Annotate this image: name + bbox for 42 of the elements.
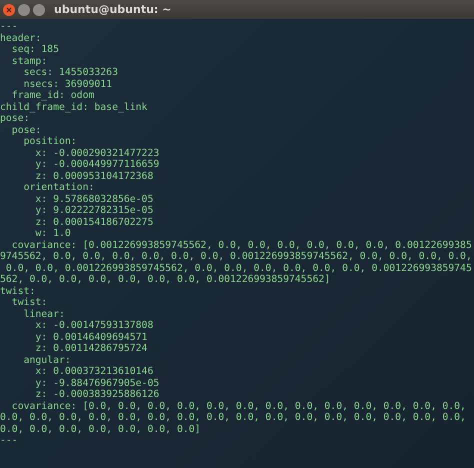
terminal-line: w: 1.0 — [34, 228, 71, 240]
minimize-button[interactable] — [18, 4, 30, 16]
terminal-line: z: 0.000154186702275 — [34, 216, 154, 228]
terminal-line: stamp: — [10, 56, 48, 67]
terminal-line: x: 0.000373213610146 — [34, 366, 154, 378]
terminal-line: 0.0, 0.0, 0.001226993859745562, 0.0, 0.0, 0.0, 0.0, 0.0, 0.0, 0.001226993859745 — [4, 262, 472, 274]
terminal-line: y: 0.00146409694571 — [34, 332, 148, 343]
terminal-line: orientation: — [22, 182, 94, 194]
terminal-line: linear: — [22, 308, 65, 320]
terminal-line: frame_id: odom — [10, 90, 94, 102]
terminal-line: x: -0.00147593137808 — [34, 320, 154, 332]
terminal-line: seq: 185 — [10, 44, 59, 56]
maximize-button[interactable] — [33, 4, 45, 16]
terminal-line: y: 9.02222782315e-05 — [34, 205, 154, 216]
terminal-line: child_frame_id: base_link — [0, 102, 148, 113]
terminal-line: z: -0.000383925886126 — [34, 389, 160, 400]
terminal-line: z: 0.000953104172368 — [34, 170, 154, 182]
terminal-line: position: — [22, 136, 77, 148]
terminal-line: covariance: [0.001226993859745562, 0.0, 0.0, 0.0, 0.0, 0.0, 0.0, 0.00122699385 — [10, 240, 472, 251]
terminal-line: 562, 0.0, 0.0, 0.0, 0.0, 0.0, 0.0, 0.001226993859745562] — [0, 274, 330, 286]
terminal-line: z: 0.00114286795724 — [34, 343, 148, 354]
close-icon — [6, 6, 12, 12]
terminal-line: y: -9.88476967905e-05 — [34, 378, 160, 389]
terminal-line: y: -0.000449977116659 — [34, 159, 160, 170]
terminal-line: header: — [0, 32, 42, 44]
terminal-line: twist: — [0, 286, 36, 297]
terminal-line: secs: 1455033263 — [22, 67, 118, 78]
terminal-line: pose: — [0, 113, 30, 124]
terminal-line: 0.0, 0.0, 0.0, 0.0, 0.0, 0.0, 0.0, 0.0, 0.0, 0.0, 0.0, 0.0, 0.0, 0.0, 0.0, 0.0, — [0, 412, 466, 424]
window-title: ubuntu@ubuntu: ~ — [54, 4, 172, 15]
terminal-line: --- — [0, 21, 18, 32]
terminal-line: pose: — [10, 124, 42, 136]
terminal-line: twist: — [10, 297, 48, 308]
terminal-line: nsecs: 36909011 — [22, 78, 112, 90]
terminal-line: x: 9.57868032856e-05 — [34, 194, 154, 205]
terminal-line: x: -0.000290321477223 — [34, 148, 160, 159]
terminal-line: covariance: [0.0, 0.0, 0.0, 0.0, 0.0, 0.0, 0.0, 0.0, 0.0, 0.0, 0.0, 0.0, 0.0, — [10, 400, 466, 412]
terminal-line: angular: — [22, 354, 71, 366]
close-button[interactable] — [3, 4, 15, 16]
terminal-line: 0.0, 0.0, 0.0, 0.0, 0.0, 0.0, 0.0] — [0, 424, 201, 435]
terminal-line: 9745562, 0.0, 0.0, 0.0, 0.0, 0.0, 0.0, 0.001226993859745562, 0.0, 0.0, 0.0, 0.0, — [0, 251, 472, 262]
terminal-line: --- — [0, 435, 18, 446]
